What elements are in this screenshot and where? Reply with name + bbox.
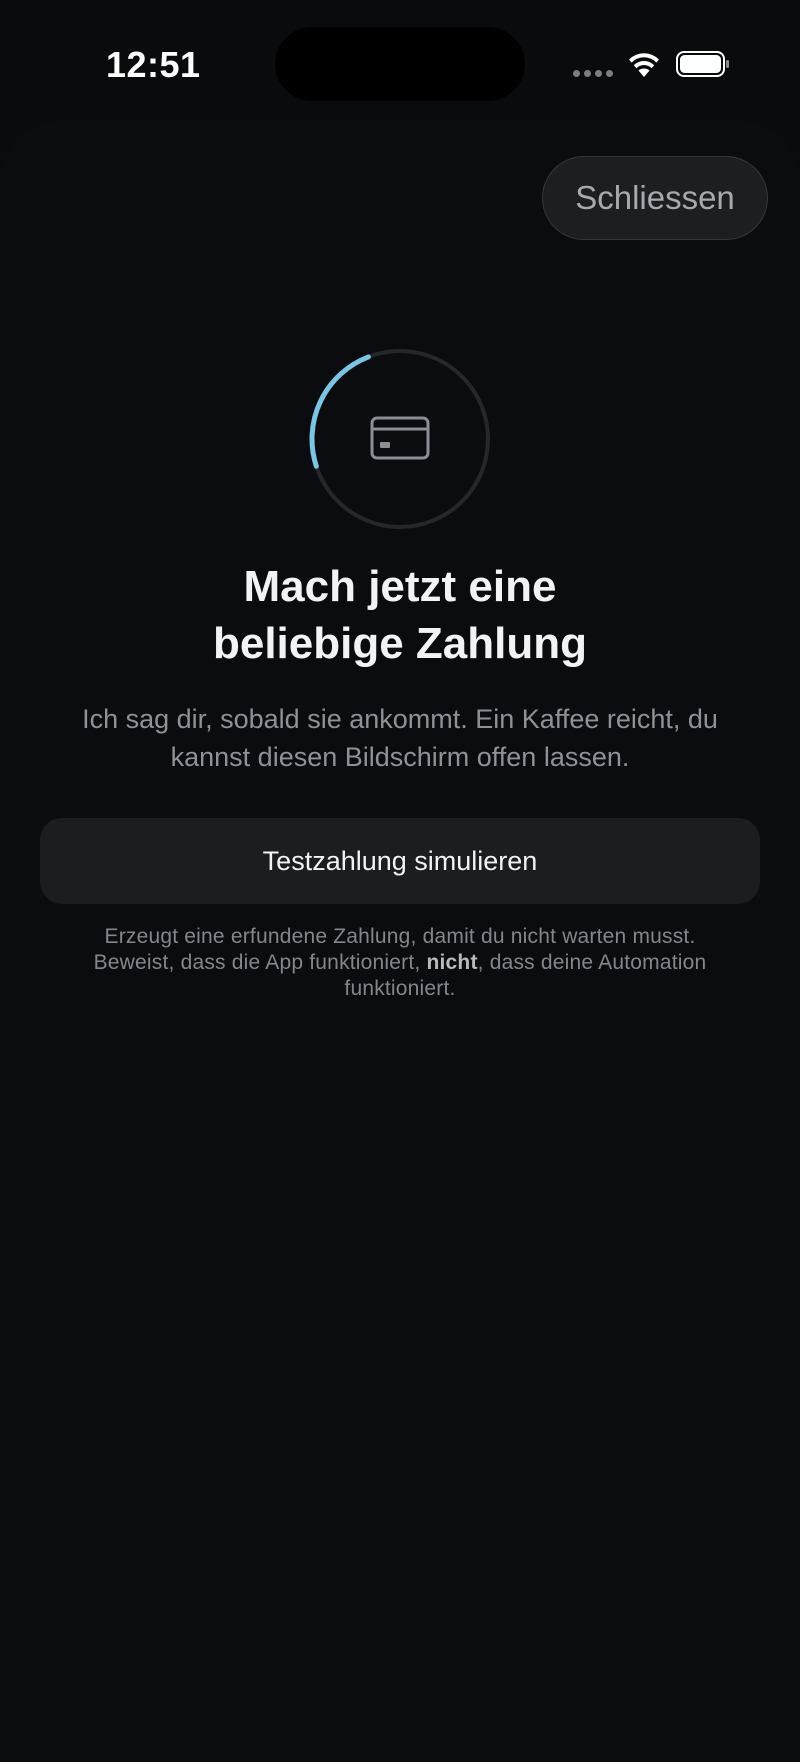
title-line-1: Mach jetzt eine [243, 562, 557, 611]
footnote-line-2-after: , dass deine Automation [477, 951, 707, 974]
footnote-line-1: Erzeugt eine erfundene Zahlung, damit du… [104, 925, 696, 948]
footnote-line-3: funktioniert. [344, 977, 456, 1000]
dynamic-island [275, 27, 525, 101]
title-line-2: beliebige Zahlung [212, 619, 588, 668]
cellular-signal-icon [573, 70, 613, 77]
disclaimer-text: Erzeugt eine erfundene Zahlung, damit du… [40, 924, 760, 1002]
battery-icon [676, 51, 729, 77]
close-button[interactable]: Schliessen [542, 156, 768, 240]
status-bar: 12:51 [0, 0, 800, 120]
subtitle-line-2: kannst diesen Bildschirm offen lassen. [170, 742, 630, 772]
credit-card-icon [370, 416, 430, 460]
wifi-icon [629, 53, 659, 77]
simulate-payment-button[interactable]: Testzahlung simulieren [40, 818, 760, 904]
page-title: Mach jetzt eine beliebige Zahlung [100, 558, 700, 672]
footnote-emphasis: nicht [426, 951, 478, 974]
instruction-text: Ich sag dir, sobald sie ankommt. Ein Kaf… [50, 700, 750, 776]
status-time: 12:51 [106, 44, 201, 85]
subtitle-line-1: Ich sag dir, sobald sie ankommt. Ein Kaf… [82, 704, 718, 734]
footnote-line-2-before: Beweist, dass die App funktioniert, [93, 951, 427, 974]
footnote-line-2: Beweist, dass die App funktioniert, nich… [40, 950, 760, 976]
